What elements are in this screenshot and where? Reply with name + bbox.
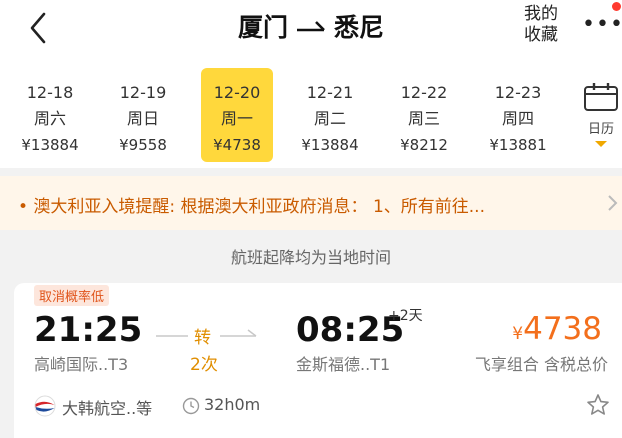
weekday-label: 周三: [407, 109, 440, 128]
date-label: 12-23: [494, 83, 542, 102]
more-options-button[interactable]: •••: [582, 14, 622, 36]
weekday-label: 周二: [313, 109, 346, 128]
departure-time: 21:25: [34, 310, 143, 350]
local-time-note: 航班起降均为当地时间: [230, 248, 391, 267]
date-tab-1219[interactable]: 12-19 周日 ¥9558: [107, 68, 179, 162]
date-tab-1220-selected[interactable]: 12-20 周一 ¥4738: [201, 68, 273, 162]
currency-symbol: ¥: [512, 324, 524, 344]
weekday-label: 周六: [33, 109, 66, 128]
flight-price: ¥4738: [512, 311, 602, 347]
date-label: 12-20: [213, 83, 261, 102]
top-bar: 厦门 悉尼 我的 收藏 •••: [0, 0, 622, 64]
favorites-button[interactable]: 我的 收藏: [516, 4, 566, 46]
airline-logo-icon: [34, 395, 56, 417]
date-tab-1221[interactable]: 12-21 周二 ¥13884: [294, 68, 366, 162]
arrival-day-offset: +2天: [388, 308, 423, 324]
date-label: 12-22: [400, 83, 448, 102]
flight-card[interactable]: 取消概率低 21:25 高崎国际..T3 转 2次 08:25 +2天 金斯福德…: [14, 283, 622, 438]
dropdown-triangle-icon: [595, 141, 607, 147]
destination-city: 悉尼: [334, 13, 385, 42]
favorites-label-line1: 我的: [524, 4, 558, 24]
date-tab-1218[interactable]: 12-18 周六 ¥13884: [14, 68, 86, 162]
date-tab-1223[interactable]: 12-23 周四 ¥13881: [482, 68, 554, 162]
price-value: 4738: [523, 311, 602, 347]
calendar-button[interactable]: 日历: [580, 82, 622, 162]
weekday-label: 周日: [126, 109, 159, 128]
origin-city: 厦门: [237, 13, 288, 42]
calendar-icon: [584, 83, 618, 111]
route-arrow-icon: [297, 21, 325, 32]
date-price: ¥13884: [21, 136, 79, 154]
date-tab-1222[interactable]: 12-22 周三 ¥8212: [388, 68, 460, 162]
flight-duration: 32h0m: [204, 395, 261, 414]
calendar-label: 日历: [587, 122, 614, 137]
date-price: ¥13884: [301, 136, 359, 154]
transfer-count: 2次: [190, 355, 218, 375]
chevron-right-icon: [608, 195, 618, 211]
price-note: 飞享组合 含税总价: [474, 355, 608, 374]
weekday-label: 周四: [501, 109, 534, 128]
transfer-label: 转: [194, 328, 211, 348]
weekday-label: 周一: [220, 109, 253, 128]
entry-notice-banner[interactable]: • 澳大利亚入境提醒: 根据澳大利亚政府消息： 1、所有前往...: [0, 176, 622, 230]
date-label: 12-19: [119, 83, 167, 102]
date-price: ¥4738: [213, 136, 261, 154]
airline-name: 大韩航空..等: [62, 399, 153, 418]
date-price: ¥8212: [400, 136, 448, 154]
star-favorite-icon[interactable]: [586, 393, 610, 417]
transfer-info: 转 2次: [156, 323, 260, 379]
departure-airport: 高崎国际..T3: [34, 355, 129, 374]
date-price: ¥9558: [119, 136, 167, 154]
notice-text: • 澳大利亚入境提醒: 根据澳大利亚政府消息： 1、所有前往...: [18, 197, 485, 217]
favorites-label-line2: 收藏: [524, 25, 558, 45]
date-price: ¥13881: [489, 136, 547, 154]
arrival-airport: 金斯福德..T1: [296, 355, 391, 374]
date-label: 12-18: [26, 83, 74, 102]
date-label: 12-21: [306, 83, 354, 102]
date-selector: 12-18 周六 ¥13884 12-19 周日 ¥9558 12-20 周一 …: [0, 64, 622, 168]
clock-icon: [182, 397, 200, 415]
cancel-probability-badge: 取消概率低: [34, 285, 110, 306]
notification-dot: [612, 2, 621, 11]
